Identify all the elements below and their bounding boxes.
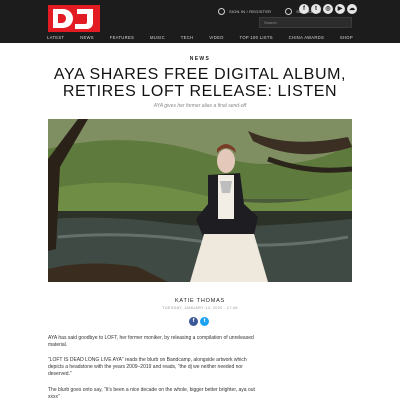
nav-item-latest[interactable]: LATEST [47,35,64,40]
nav-item-china-awards[interactable]: CHINA AWARDS [289,35,324,40]
nav-item-music[interactable]: MUSIC [150,35,165,40]
site-header: SIGN IN / REGISTER SUBSCRIBE f t ◎ ▶ ☁ S… [0,0,400,43]
article-paragraph: AYA has said goodbye to LOFT, her former… [48,335,254,349]
article-paragraph: The blurb goes onto say, “It’s been a ni… [48,387,255,400]
main-nav: LATEST NEWS FEATURES MUSIC TECH VIDEO TO… [47,35,353,40]
search-input[interactable]: Search [259,17,352,28]
facebook-icon[interactable]: f [299,4,309,14]
user-icon [218,8,225,15]
youtube-icon[interactable]: ▶ [335,4,345,14]
twitter-icon[interactable]: t [311,4,321,14]
section-label[interactable]: NEWS [0,56,400,62]
hero-image [48,119,352,282]
publish-date: TUESDAY, JANUARY 14, 2020 - 17:48 [162,306,238,310]
nav-item-features[interactable]: FEATURES [110,35,134,40]
sign-in-link[interactable]: SIGN IN / REGISTER [229,9,271,14]
mixcloud-icon[interactable]: ☁ [347,4,357,14]
nav-item-shop[interactable]: SHOP [340,35,353,40]
nav-item-tech[interactable]: TECH [181,35,194,40]
article-subhead: AYA gives her former alias a final send-… [153,103,247,109]
article-paragraph: “LOFT IS DEAD LONG LIVE AYA” reads the b… [48,357,247,378]
facebook-share-icon[interactable]: f [189,317,198,326]
nav-item-top-100-lists[interactable]: TOP 100 LISTS [240,35,273,40]
subscribe-icon [285,8,293,15]
twitter-share-icon[interactable]: t [200,317,209,326]
instagram-icon[interactable]: ◎ [323,4,333,14]
nav-item-video[interactable]: VIDEO [209,35,224,40]
nav-item-news[interactable]: NEWS [80,35,94,40]
social-links: f t ◎ ▶ ☁ [299,4,357,14]
share-buttons: f t [189,317,209,326]
article-headline: AYA SHARES FREE DIGITAL ALBUM, RETIRES L… [53,66,347,100]
dj-logo[interactable] [48,5,100,32]
author-name[interactable]: KATIE THOMAS [0,298,400,304]
